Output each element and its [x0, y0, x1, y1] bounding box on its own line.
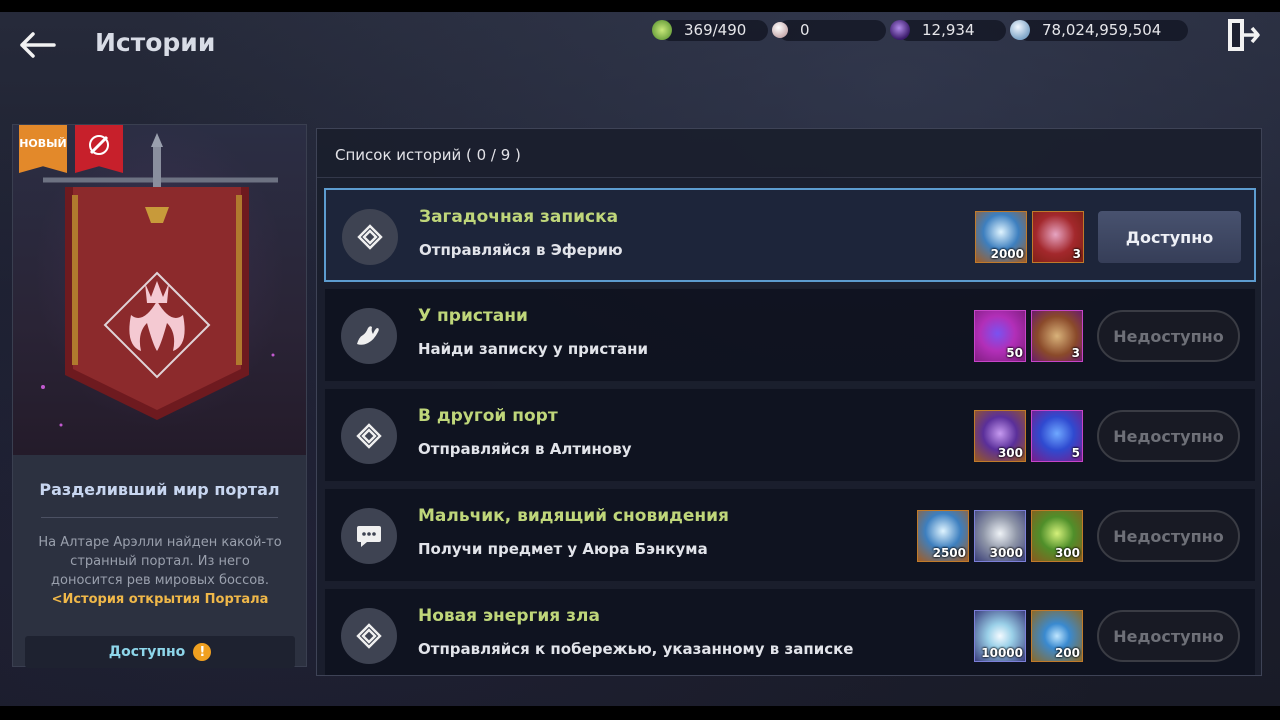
currency-energy-value: 369/490 — [684, 21, 747, 39]
list-header: Список историй ( 0 / 9 ) — [335, 146, 521, 164]
silver-coin-icon — [1010, 20, 1030, 40]
reward-slot[interactable]: 10000 — [974, 610, 1026, 662]
card-divider — [41, 517, 278, 518]
reward-slot[interactable]: 2000 — [975, 211, 1027, 263]
quest-title: У пристани — [418, 306, 528, 326]
currency-pearl-value: 0 — [800, 21, 810, 39]
story-description: На Алтаре Арэлли найден какой-то странны… — [35, 533, 285, 609]
reward-slot[interactable]: 300 — [1031, 510, 1083, 562]
currency-orb-value: 12,934 — [922, 21, 975, 39]
quest-title: Мальчик, видящий сновидения — [418, 506, 729, 526]
new-badge: НОВЫЙ — [19, 125, 67, 173]
reward-count: 3000 — [989, 546, 1023, 560]
reward-slot[interactable]: 50 — [974, 310, 1026, 362]
quest-action-button[interactable]: Недоступно — [1097, 310, 1240, 362]
quest-title: В другой порт — [418, 406, 558, 426]
reward-slot[interactable]: 3000 — [974, 510, 1026, 562]
reward-slot[interactable]: 3 — [1031, 310, 1083, 362]
hand-icon — [341, 308, 397, 364]
slash-emblem-icon — [89, 135, 109, 155]
reward-count: 2500 — [932, 546, 966, 560]
story-list-panel: Список историй ( 0 / 9 ) Загадочная запи… — [316, 128, 1262, 676]
exit-door-icon[interactable] — [1225, 16, 1261, 54]
currency-energy: 369/490 — [652, 18, 768, 42]
reward-count: 3 — [1072, 247, 1081, 261]
reward-count: 10000 — [981, 646, 1023, 660]
war-banner-icon — [41, 133, 278, 427]
quest-row-1[interactable]: Загадочная записка Отправляйся в Эферию … — [324, 188, 1256, 282]
reward-count: 5 — [1071, 446, 1080, 460]
diamond-waypoint-icon — [341, 608, 397, 664]
story-description-text: На Алтаре Арэлли найден какой-то странны… — [38, 535, 282, 588]
currency-silver-value: 78,024,959,504 — [1042, 21, 1162, 39]
reward-slot[interactable]: 300 — [974, 410, 1026, 462]
diamond-waypoint-icon — [341, 408, 397, 464]
quest-subtitle: Отправляйся в Алтинову — [418, 440, 632, 458]
quest-row-3[interactable]: В другой порт Отправляйся в Алтинову 300… — [324, 388, 1256, 482]
reward-slot[interactable]: 3 — [1032, 211, 1084, 263]
story-name: Разделивший мир портал — [39, 480, 280, 499]
reward-slot[interactable]: 2500 — [917, 510, 969, 562]
reward-count: 2000 — [990, 247, 1024, 261]
back-arrow-icon[interactable] — [16, 30, 58, 60]
quest-action-button[interactable]: Недоступно — [1097, 510, 1240, 562]
reward-count: 3 — [1071, 346, 1080, 360]
story-status: Доступно ! — [25, 636, 295, 668]
quest-subtitle: Отправляйся в Эферию — [419, 241, 623, 259]
currency-silver: 78,024,959,504 — [1010, 18, 1188, 42]
quest-subtitle: Найди записку у пристани — [418, 340, 649, 358]
quest-row-5[interactable]: Новая энергия зла Отправляйся к побережь… — [324, 588, 1256, 675]
energy-gem-icon — [652, 20, 672, 40]
list-header-divider — [317, 177, 1261, 178]
pearl-icon — [772, 22, 788, 38]
quest-title: Загадочная записка — [419, 207, 619, 227]
top-letterbox — [0, 0, 1280, 12]
speech-bubble-icon — [341, 508, 397, 564]
reward-count: 300 — [1054, 546, 1080, 560]
page-title: Истории — [95, 28, 216, 57]
reward-count: 50 — [1006, 346, 1023, 360]
quest-subtitle: Отправляйся к побережью, указанному в за… — [418, 640, 854, 658]
reward-slot[interactable]: 200 — [1031, 610, 1083, 662]
bottom-letterbox — [0, 706, 1280, 720]
diamond-waypoint-icon — [342, 209, 398, 265]
quest-row-2[interactable]: У пристани Найди записку у пристани 50 3… — [324, 288, 1256, 382]
quest-action-button[interactable]: Недоступно — [1097, 610, 1240, 662]
banner-illustration: НОВЫЙ — [13, 125, 306, 455]
currency-orb: 12,934 — [890, 18, 1006, 42]
story-card[interactable]: НОВЫЙ Разделивший мир портал На Алтаре А… — [12, 124, 307, 668]
currency-pearl: 0 — [770, 18, 886, 42]
quest-subtitle: Получи предмет у Аюра Бэнкума — [418, 540, 708, 558]
quest-title: Новая энергия зла — [418, 606, 600, 626]
quest-action-button[interactable]: Доступно — [1098, 211, 1241, 263]
reward-count: 300 — [997, 446, 1023, 460]
alert-icon: ! — [193, 643, 212, 661]
quest-action-button[interactable]: Недоступно — [1097, 410, 1240, 462]
stories-screen: Истории 369/490 0 12,934 78,024,959,504 — [0, 12, 1280, 706]
story-link[interactable]: <История открытия Портала — [35, 590, 285, 609]
dark-orb-icon — [890, 20, 910, 40]
boss-type-badge — [75, 125, 123, 173]
reward-slot[interactable]: 5 — [1031, 410, 1083, 462]
story-status-text: Доступно — [108, 644, 186, 660]
reward-count: 200 — [1054, 646, 1080, 660]
quest-row-4[interactable]: Мальчик, видящий сновидения Получи предм… — [324, 488, 1256, 582]
